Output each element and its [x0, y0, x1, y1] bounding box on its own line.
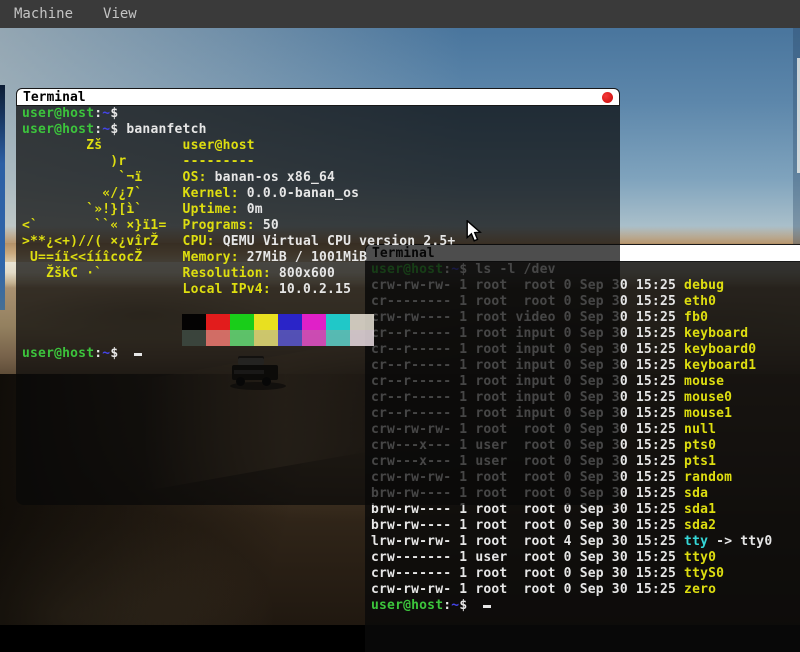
close-button[interactable] — [602, 92, 613, 103]
palette-swatch — [206, 314, 230, 330]
fetch-line: >**¿<+)//( ×¿vîrŽ CPU: QEMU Virtual CPU … — [22, 234, 620, 250]
prompt-line: user@host:~$ — [22, 106, 620, 122]
terminal-output[interactable]: user@host:~$ user@host:~$ bananfetch Zš … — [16, 106, 620, 505]
fetch-line: Zš user@host — [22, 138, 620, 154]
vm-menubar: Machine View — [0, 0, 800, 28]
listing-line: crw------- 1 root root 0 Sep 30 15:25 tt… — [371, 566, 800, 582]
fetch-line: U==íï<<ííîcocŽ Memory: 27MiB / 1001MiB — [22, 250, 620, 266]
palette-row-normal — [182, 314, 620, 330]
listing-line: crw-rw-rw- 1 root root 0 Sep 30 15:25 ze… — [371, 582, 800, 598]
palette-swatch — [302, 330, 326, 346]
palette-swatch — [350, 330, 374, 346]
listing-line: crw------- 1 user root 0 Sep 30 15:25 tt… — [371, 550, 800, 566]
palette-row-bright — [182, 330, 620, 346]
blank-line — [22, 298, 620, 314]
terminal-window-bananfetch: Terminal user@host:~$ user@host:~$ banan… — [16, 88, 620, 505]
fetch-line: ŽškC ·` Resolution: 800x600 — [22, 266, 620, 282]
fetch-line: `¬ï OS: banan-os x86_64 — [22, 170, 620, 186]
palette-swatch — [230, 330, 254, 346]
menu-item-machine[interactable]: Machine — [14, 6, 73, 22]
palette-swatch — [206, 330, 230, 346]
fetch-line: <` ``« ×}ï1= Programs: 50 — [22, 218, 620, 234]
palette-swatch — [254, 330, 278, 346]
fetch-line: Local IPv4: 10.0.2.15 — [22, 282, 620, 298]
palette-swatch — [350, 314, 374, 330]
text-cursor — [134, 353, 142, 356]
palette-swatch — [278, 330, 302, 346]
fetch-line: `»!}[ì` Uptime: 0m — [22, 202, 620, 218]
fetch-line: «/¿7` Kernel: 0.0.0-banan_os — [22, 186, 620, 202]
prompt-line: user@host:~$ — [371, 598, 800, 614]
palette-swatch — [302, 314, 326, 330]
menu-item-view[interactable]: View — [103, 6, 137, 22]
palette-swatch — [182, 330, 206, 346]
palette-swatch — [182, 314, 206, 330]
text-cursor — [483, 605, 491, 608]
window-title: Terminal — [23, 90, 86, 105]
palette-swatch — [326, 330, 350, 346]
window-titlebar[interactable]: Terminal — [16, 88, 620, 106]
fetch-line: )r --------- — [22, 154, 620, 170]
prompt-line: user@host:~$ bananfetch — [22, 122, 620, 138]
listing-line: brw-rw---- 1 root root 0 Sep 30 15:25 sd… — [371, 518, 800, 534]
palette-swatch — [254, 314, 278, 330]
palette-swatch — [230, 314, 254, 330]
palette-swatch — [278, 314, 302, 330]
prompt-line: user@host:~$ — [22, 346, 620, 362]
palette-swatch — [326, 314, 350, 330]
listing-line: lrw-rw-rw- 1 root root 4 Sep 30 15:25 tt… — [371, 534, 800, 550]
mouse-cursor-icon — [466, 220, 484, 248]
left-edge-blue-strip — [0, 85, 5, 310]
